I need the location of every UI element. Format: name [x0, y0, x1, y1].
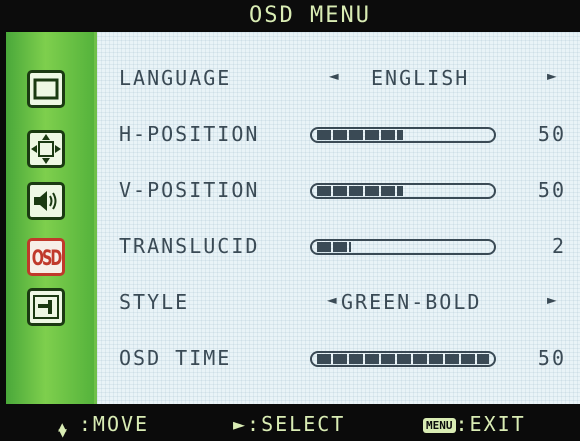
h-position-slider[interactable] [310, 127, 496, 143]
h-position-label: H-POSITION [119, 122, 260, 146]
h-position-row[interactable]: H-POSITION 50 [97, 114, 580, 154]
language-value: ENGLISH [371, 66, 470, 90]
status-bar: ▲▼ :MOVE ►:SELECT MENU:EXIT [0, 404, 580, 441]
v-position-fill [317, 186, 403, 196]
title-bar: OSD MENU [0, 0, 580, 30]
sidebar-item-position[interactable] [27, 130, 65, 168]
menu-button-icon: MENU [423, 418, 456, 433]
osd-time-slider[interactable] [310, 351, 496, 367]
move-hint: ▲▼ :MOVE [58, 412, 150, 441]
move-label: :MOVE [78, 412, 150, 436]
style-value: GREEN-BOLD [341, 290, 482, 314]
exit-label: :EXIT [455, 412, 526, 436]
h-position-value: 50 [537, 122, 566, 146]
select-hint: ►:SELECT [233, 412, 346, 436]
osd-time-label: OSD TIME [119, 346, 232, 370]
translucid-row[interactable]: TRANSLUCID 2 [97, 226, 580, 266]
exit-hint: MENU:EXIT [423, 412, 526, 436]
up-down-arrow-icon: ▲▼ [58, 419, 69, 441]
language-row[interactable]: LANGUAGE ◄ ENGLISH ► [97, 58, 580, 98]
h-position-fill [317, 130, 403, 140]
picture-icon [33, 78, 59, 100]
language-label: LANGUAGE [119, 66, 232, 90]
arrow-left-icon[interactable]: ◄ [329, 66, 341, 85]
sidebar-item-osd[interactable]: OSD [27, 238, 65, 276]
style-row[interactable]: STYLE ◄ GREEN-BOLD ► [97, 282, 580, 322]
sidebar-item-tools[interactable] [27, 288, 65, 326]
menu-title: OSD MENU [249, 2, 371, 28]
sidebar: OSD [6, 32, 97, 404]
tools-icon [33, 295, 59, 319]
v-position-slider[interactable] [310, 183, 496, 199]
translucid-fill [317, 242, 351, 252]
osd-settings-panel: LANGUAGE ◄ ENGLISH ► H-POSITION 50 V-POS… [97, 32, 580, 404]
translucid-slider[interactable] [310, 239, 496, 255]
sidebar-item-picture[interactable] [27, 70, 65, 108]
arrow-right-icon[interactable]: ► [547, 290, 559, 309]
v-position-label: V-POSITION [119, 178, 260, 202]
v-position-value: 50 [537, 178, 566, 202]
style-label: STYLE [119, 290, 190, 314]
osd-time-row[interactable]: OSD TIME 50 [97, 338, 580, 378]
translucid-label: TRANSLUCID [119, 234, 260, 258]
osd-icon: OSD [31, 244, 63, 270]
osd-time-fill [317, 354, 489, 364]
arrow-left-icon[interactable]: ◄ [327, 290, 339, 309]
translucid-value: 2 [551, 234, 566, 258]
sidebar-item-audio[interactable] [27, 182, 65, 220]
arrow-right-icon[interactable]: ► [547, 66, 559, 85]
position-icon [31, 134, 61, 164]
osd-time-value: 50 [537, 346, 566, 370]
speaker-icon [34, 191, 57, 211]
v-position-row[interactable]: V-POSITION 50 [97, 170, 580, 210]
